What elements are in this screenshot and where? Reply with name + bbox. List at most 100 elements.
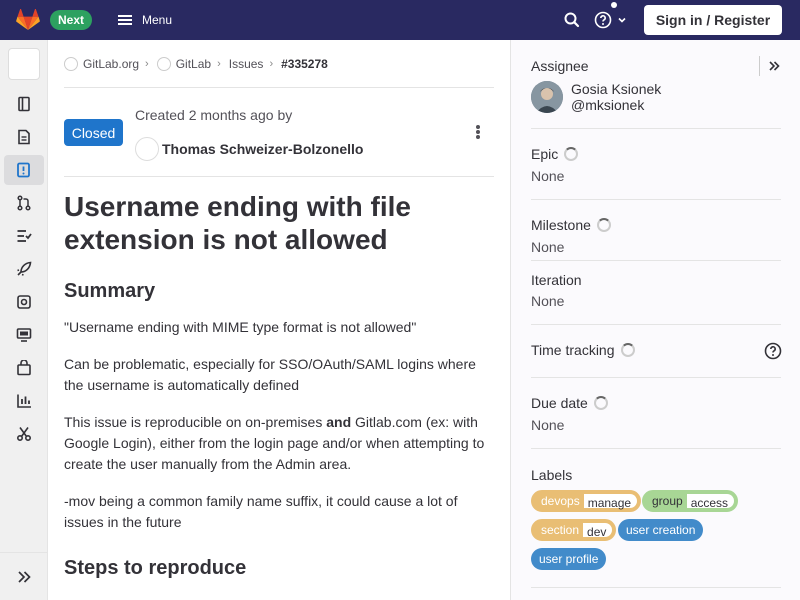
description-paragraph: Can be problematic, especially for SSO/O…: [64, 356, 476, 393]
double-chevron-right-icon: [769, 61, 780, 71]
merge-requests-icon: [17, 195, 31, 211]
divider: [531, 128, 781, 129]
packages-icon: [17, 360, 31, 376]
divider: [531, 324, 781, 325]
question-icon[interactable]: [764, 342, 782, 360]
assignee-label: Assignee: [531, 58, 589, 74]
divider: [64, 176, 494, 177]
top-navbar: Next Menu Sign in / Register: [0, 0, 800, 40]
loading-spinner-icon: [593, 396, 608, 410]
collapse-sidebar-button[interactable]: [4, 562, 44, 592]
avatar: [135, 137, 159, 161]
breadcrumb-item[interactable]: Issues: [229, 57, 264, 71]
snippets-icon: [16, 427, 32, 442]
ci-cd-icon: [17, 230, 32, 242]
epic-value: None: [531, 168, 565, 184]
loading-spinner-icon: [620, 343, 635, 357]
collapse-right-sidebar-button[interactable]: [759, 56, 781, 76]
author-link[interactable]: Thomas Schweizer-Bolzonello: [135, 137, 363, 161]
issue-title: Username ending with file extension is n…: [64, 191, 411, 255]
help-icon: [594, 11, 612, 29]
project-avatar-icon: [156, 57, 171, 71]
summary-heading: Summary: [64, 280, 156, 302]
infrastructure-icon: [16, 328, 32, 342]
status-badge: Closed: [64, 119, 123, 146]
nav-merge-requests[interactable]: [4, 188, 44, 218]
issues-icon: [17, 162, 30, 178]
description-paragraph: This issue is reproducible on on-premise…: [64, 414, 485, 472]
deployments-icon: [17, 261, 32, 276]
sign-in-register-button[interactable]: Sign in / Register: [644, 5, 782, 35]
hamburger-icon: [118, 15, 132, 25]
nav-project-overview[interactable]: [4, 89, 44, 119]
avatar[interactable]: [531, 81, 563, 113]
label-section-dev[interactable]: section dev: [531, 519, 617, 541]
nav-analytics[interactable]: [4, 386, 44, 416]
project-overview-icon: [18, 96, 30, 112]
monitor-icon: [17, 295, 31, 309]
iteration-value: None: [531, 293, 565, 309]
nav-issues[interactable]: [4, 155, 44, 185]
loading-spinner-icon: [596, 218, 611, 232]
nav-repository[interactable]: [4, 122, 44, 152]
issue-sidebar: Assignee Gosia Ksionek @mksionek Epic No…: [510, 40, 800, 600]
milestone-label: Milestone: [531, 217, 611, 233]
next-badge[interactable]: Next: [50, 10, 93, 30]
iteration-label: Iteration: [531, 272, 582, 288]
assignee-username: @mksionek: [571, 97, 645, 113]
search-icon[interactable]: [562, 10, 582, 30]
due-date-value: None: [531, 417, 565, 433]
left-sidebar: [0, 40, 48, 600]
breadcrumb-item[interactable]: GitLab: [156, 57, 211, 71]
notification-dot-icon: [611, 2, 617, 8]
milestone-value: None: [531, 239, 565, 255]
menu-label: Menu: [142, 13, 173, 27]
nav-monitor[interactable]: [4, 287, 44, 317]
gitlab-logo-icon[interactable]: [16, 9, 40, 31]
nav-deployments[interactable]: [4, 254, 44, 284]
chevron-right-icon: ›: [145, 58, 149, 70]
nav-snippets[interactable]: [4, 419, 44, 449]
chevron-down-icon: [618, 17, 626, 23]
description-paragraph: -mov being a common family name suffix, …: [64, 493, 458, 530]
nav-packages[interactable]: [4, 353, 44, 383]
help-dropdown[interactable]: [594, 10, 630, 30]
label-devops-manage[interactable]: devops manage: [531, 490, 642, 512]
divider: [531, 377, 781, 378]
divider: [531, 448, 781, 449]
breadcrumb-item[interactable]: GitLab.org: [64, 57, 139, 71]
divider: [531, 260, 781, 261]
repository-icon: [18, 129, 30, 145]
issue-main-content: GitLab.org › GitLab › Issues › #335278 C…: [64, 40, 494, 600]
created-time[interactable]: 2 months ago: [189, 107, 274, 123]
label-user-profile[interactable]: user profile: [531, 548, 607, 570]
author-name: Thomas Schweizer-Bolzonello: [162, 141, 364, 157]
labels-label: Labels: [531, 467, 573, 483]
divider: [531, 199, 781, 200]
description-paragraph: "Username ending with MIME type format i…: [64, 319, 417, 335]
label-user-creation[interactable]: user creation: [618, 519, 704, 541]
nav-infrastructure[interactable]: [4, 320, 44, 350]
chevron-right-icon: ›: [269, 58, 274, 70]
divider: [64, 87, 494, 88]
time-tracking-label: Time tracking: [531, 342, 635, 358]
divider: [531, 587, 781, 588]
loading-spinner-icon: [564, 147, 579, 161]
created-info: Created 2 months ago by: [135, 107, 293, 123]
breadcrumb-current[interactable]: #335278: [281, 57, 328, 71]
breadcrumb: GitLab.org › GitLab › Issues › #335278: [64, 55, 328, 73]
chevron-right-icon: ›: [217, 58, 221, 70]
steps-heading: Steps to reproduce: [64, 557, 247, 579]
assignee-photo: [531, 81, 563, 113]
assignee-name[interactable]: Gosia Ksionek: [571, 81, 661, 97]
due-date-label: Due date: [531, 395, 608, 411]
analytics-icon: [17, 394, 31, 408]
collapse-sidebar-icon: [18, 571, 31, 583]
label-group-access[interactable]: group access: [642, 490, 739, 512]
nav-divider: [0, 552, 48, 553]
menu-button[interactable]: Menu: [110, 8, 180, 32]
more-actions-icon[interactable]: [468, 122, 488, 142]
project-avatar[interactable]: [8, 48, 40, 80]
nav-ci-cd[interactable]: [4, 221, 44, 251]
group-avatar-icon: [64, 57, 78, 71]
